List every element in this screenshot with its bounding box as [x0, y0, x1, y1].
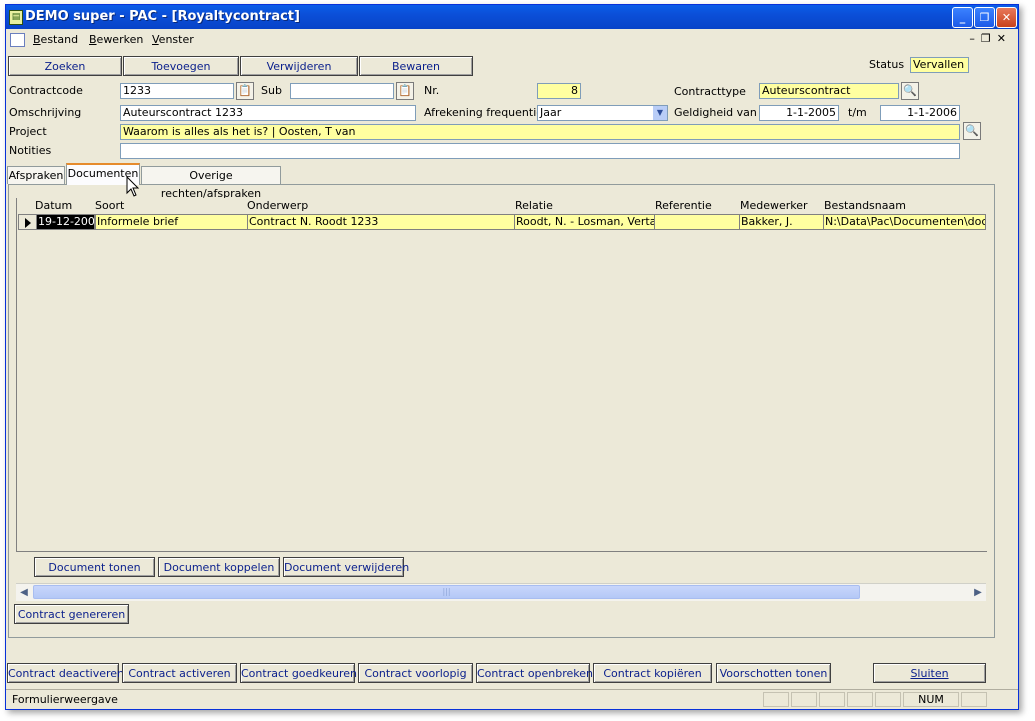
- mouse-cursor-icon: [126, 176, 140, 197]
- document-remove-button[interactable]: Document verwijderen: [283, 557, 409, 577]
- frequentie-select[interactable]: Jaar ▼: [537, 105, 668, 121]
- col-header-relatie[interactable]: Relatie: [515, 199, 553, 213]
- current-row-arrow-icon: [25, 218, 31, 228]
- status-field[interactable]: Vervallen: [910, 57, 969, 73]
- status-panel: [875, 692, 901, 707]
- delete-button[interactable]: Verwijderen: [240, 56, 358, 76]
- status-panel: [847, 692, 873, 707]
- nr-field[interactable]: 8: [537, 83, 581, 99]
- frequentie-label: Afrekening frequentie: [424, 106, 544, 119]
- cell-datum[interactable]: 19-12-2007: [36, 214, 95, 230]
- status-text: Formulierweergave: [12, 693, 118, 706]
- deactivate-contract-button[interactable]: Contract deactiveren: [7, 663, 124, 683]
- col-header-medewerker[interactable]: Medewerker: [740, 199, 808, 213]
- geldigheid-label: Geldigheid van: [674, 106, 757, 119]
- contractcode-label: Contractcode: [9, 84, 83, 97]
- status-bar: Formulierweergave NUM: [6, 689, 1018, 709]
- status-panel: [819, 692, 845, 707]
- close-icon: ✕: [1001, 11, 1012, 24]
- mdi-controls[interactable]: –❐✕: [969, 32, 1012, 45]
- row-selector[interactable]: [18, 214, 38, 230]
- title-bar: ▤ DEMO super - PAC - [Royaltycontract] _…: [6, 5, 1018, 29]
- clipboard-icon: 📋: [398, 84, 412, 97]
- document-icon: [10, 33, 25, 47]
- cell-onderwerp[interactable]: Contract N. Roodt 1233: [247, 214, 515, 230]
- num-lock-indicator: NUM: [903, 692, 959, 707]
- geldig-van-field[interactable]: 1-1-2005: [759, 105, 839, 121]
- close-button[interactable]: Sluiten: [873, 663, 986, 683]
- scroll-left-icon[interactable]: ◀: [16, 584, 32, 601]
- project-search-button[interactable]: 🔍: [963, 122, 981, 140]
- contracttype-label: Contracttype: [674, 85, 746, 98]
- scrollbar-thumb[interactable]: |||: [33, 585, 860, 599]
- geldig-tm-field[interactable]: 1-1-2006: [880, 105, 960, 121]
- copy-contract-button[interactable]: Contract kopiëren: [593, 663, 712, 683]
- sub-lookup-button[interactable]: 📋: [396, 82, 414, 100]
- activate-contract-button[interactable]: Contract activeren: [122, 663, 237, 683]
- status-label: Status: [869, 58, 905, 71]
- window-title: DEMO super - PAC - [Royaltycontract]: [25, 9, 300, 24]
- horizontal-scrollbar[interactable]: ◀ ||| ▶: [16, 583, 986, 601]
- document-link-button[interactable]: Document koppelen: [158, 557, 280, 577]
- close-window-button[interactable]: ✕: [996, 7, 1017, 28]
- contractcode-field[interactable]: 1233: [120, 83, 234, 99]
- menu-bestand[interactable]: Bestand: [33, 33, 78, 47]
- cell-referentie[interactable]: [654, 214, 740, 230]
- documents-grid[interactable]: [16, 198, 987, 552]
- menu-venster[interactable]: Venster: [152, 33, 194, 47]
- col-header-bestandsnaam[interactable]: Bestandsnaam: [824, 199, 906, 213]
- show-advances-button[interactable]: Voorschotten tonen: [716, 663, 831, 683]
- provisional-contract-button[interactable]: Contract voorlopig: [358, 663, 473, 683]
- contractcode-lookup-button[interactable]: 📋: [236, 82, 254, 100]
- project-label: Project: [9, 125, 47, 138]
- app-icon: ▤: [9, 10, 23, 25]
- sub-label: Sub: [261, 84, 282, 97]
- restore-icon: ❐: [979, 11, 990, 24]
- magnifier-icon: 🔍: [965, 124, 979, 137]
- tm-label: t/m: [848, 106, 867, 119]
- app-window: ▤ DEMO super - PAC - [Royaltycontract] _…: [5, 4, 1019, 710]
- cell-bestandsnaam[interactable]: N:\Data\Pac\Documenten\docs\A: [823, 214, 986, 230]
- nr-label: Nr.: [424, 84, 440, 97]
- approve-contract-button[interactable]: Contract goedkeuren: [240, 663, 357, 683]
- chevron-down-icon[interactable]: ▼: [653, 106, 667, 120]
- contracttype-field[interactable]: Auteurscontract: [759, 83, 899, 99]
- save-button[interactable]: Bewaren: [359, 56, 473, 76]
- contracttype-search-button[interactable]: 🔍: [901, 82, 919, 100]
- col-header-referentie[interactable]: Referentie: [655, 199, 712, 213]
- notities-field[interactable]: [120, 143, 960, 159]
- frequentie-value: Jaar: [540, 106, 562, 119]
- reopen-contract-button[interactable]: Contract openbreken: [476, 663, 593, 683]
- clipboard-icon: 📋: [238, 84, 252, 97]
- restore-button[interactable]: ❐: [974, 7, 995, 28]
- add-button[interactable]: Toevoegen: [123, 56, 239, 76]
- scroll-right-icon[interactable]: ▶: [970, 584, 986, 601]
- tab-overige[interactable]: Overige rechten/afspraken: [141, 166, 281, 200]
- cell-soort[interactable]: Informele brief: [95, 214, 248, 230]
- minimize-icon: _: [959, 11, 966, 24]
- magnifier-icon: 🔍: [903, 84, 917, 97]
- status-panel: [791, 692, 817, 707]
- sub-field[interactable]: [290, 83, 394, 99]
- tab-afspraken[interactable]: Afspraken: [7, 166, 65, 184]
- search-button[interactable]: Zoeken: [8, 56, 122, 76]
- menu-bar: Bestand Bewerken Venster –❐✕: [6, 30, 1018, 50]
- menu-bewerken[interactable]: Bewerken: [89, 33, 143, 47]
- document-show-button[interactable]: Document tonen: [34, 557, 155, 577]
- col-header-datum[interactable]: Datum: [35, 199, 72, 213]
- omschrijving-field[interactable]: Auteurscontract 1233: [120, 105, 416, 121]
- project-field[interactable]: Waarom is alles als het is? | Oosten, T …: [120, 124, 960, 140]
- col-header-soort[interactable]: Soort: [95, 199, 124, 213]
- omschrijving-label: Omschrijving: [9, 106, 82, 119]
- col-header-onderwerp[interactable]: Onderwerp: [247, 199, 308, 213]
- minimize-button[interactable]: _: [952, 7, 973, 28]
- cell-relatie[interactable]: Roodt, N. - Losman, Vertaalt: [514, 214, 655, 230]
- generate-contract-button[interactable]: Contract genereren: [14, 604, 129, 624]
- table-row[interactable]: 19-12-2007 Informele brief Contract N. R…: [18, 214, 986, 230]
- cell-medewerker[interactable]: Bakker, J.: [739, 214, 824, 230]
- notities-label: Notities: [9, 144, 52, 157]
- status-panel: [763, 692, 789, 707]
- status-panel: [961, 692, 987, 707]
